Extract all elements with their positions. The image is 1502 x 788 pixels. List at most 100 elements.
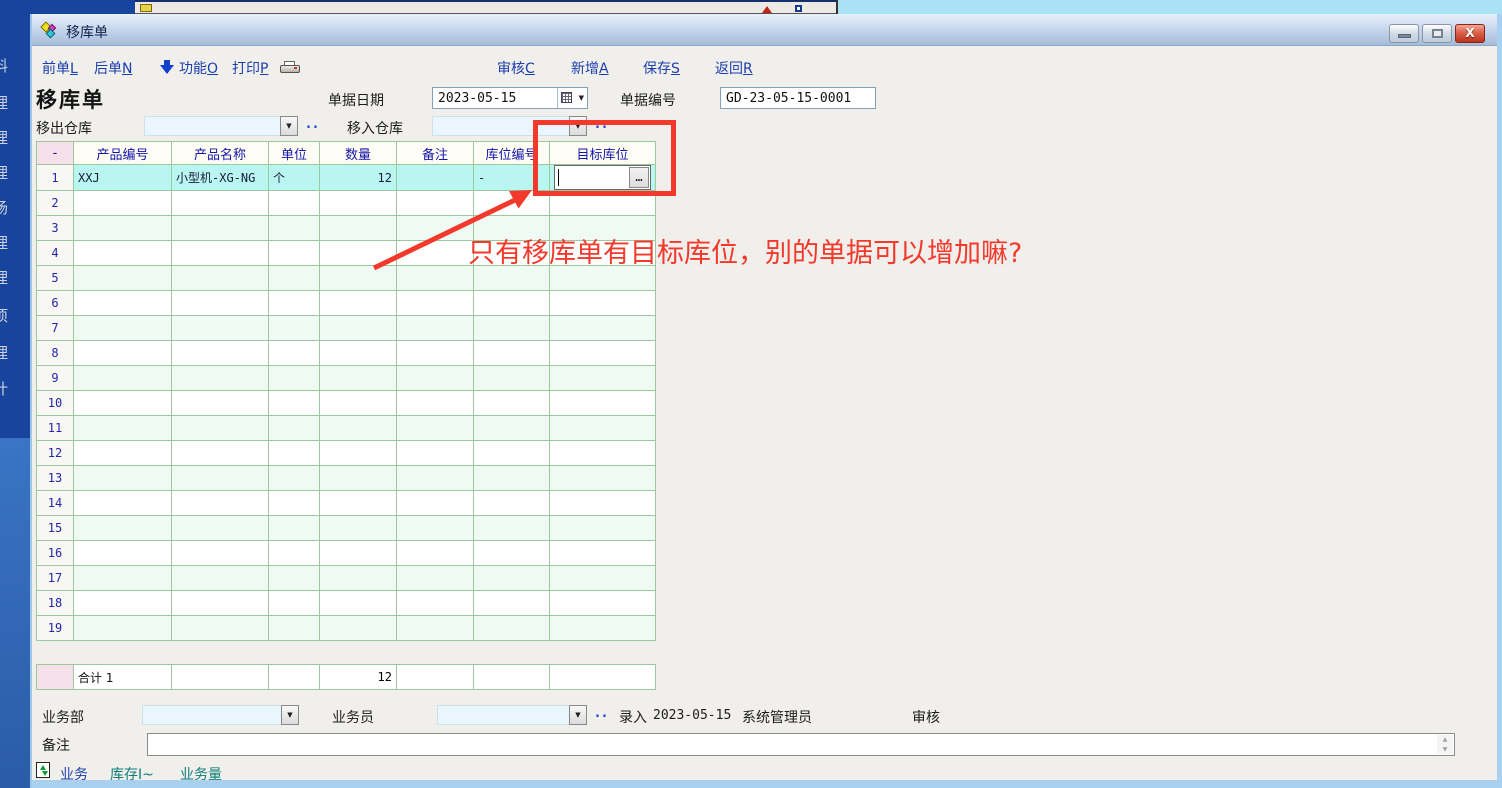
grid-cell[interactable] [474, 316, 550, 341]
grid-cell[interactable] [550, 266, 656, 291]
sidebar-item[interactable]: 理 [0, 92, 29, 113]
grid-cell[interactable] [172, 216, 269, 241]
row-number-cell[interactable]: 7 [37, 316, 74, 341]
grid-cell[interactable] [74, 516, 172, 541]
row-number-cell[interactable]: 19 [37, 616, 74, 641]
grid-cell[interactable] [474, 566, 550, 591]
row-number-cell[interactable]: 5 [37, 266, 74, 291]
grid-cell[interactable] [550, 291, 656, 316]
ellipsis-lookup-button[interactable]: … [629, 167, 649, 188]
grid-cell[interactable] [320, 516, 397, 541]
salesman-lookup-link[interactable]: .. [595, 706, 609, 721]
grid-cell[interactable] [550, 466, 656, 491]
row-number-cell[interactable]: 14 [37, 491, 74, 516]
grid-cell[interactable] [320, 591, 397, 616]
back-button[interactable]: 返回R [715, 58, 753, 78]
grid-cell[interactable] [397, 466, 474, 491]
grid-cell[interactable] [269, 566, 320, 591]
grid-cell[interactable] [474, 466, 550, 491]
grid-cell[interactable] [172, 316, 269, 341]
row-number-cell[interactable]: 8 [37, 341, 74, 366]
grid-cell[interactable] [320, 566, 397, 591]
row-number-cell[interactable]: 3 [37, 216, 74, 241]
grid-cell[interactable] [550, 341, 656, 366]
printer-icon[interactable] [280, 61, 300, 75]
grid-cell[interactable] [320, 266, 397, 291]
grid-cell[interactable] [320, 341, 397, 366]
grid-cell[interactable] [172, 491, 269, 516]
grid-cell[interactable] [320, 616, 397, 641]
grid-cell[interactable] [474, 516, 550, 541]
grid-cell[interactable] [474, 391, 550, 416]
grid-cell[interactable] [74, 216, 172, 241]
grid-cell[interactable] [550, 366, 656, 391]
grid-cell[interactable] [320, 541, 397, 566]
audit-button[interactable]: 审核C [497, 58, 535, 78]
row-number-cell[interactable]: 2 [37, 191, 74, 216]
grid-cell[interactable] [320, 216, 397, 241]
grid-cell[interactable] [474, 341, 550, 366]
grid-cell[interactable]: … [550, 165, 656, 191]
grid-cell[interactable] [474, 416, 550, 441]
grid-cell[interactable] [172, 466, 269, 491]
grid-cell[interactable] [172, 266, 269, 291]
row-number-cell[interactable]: 11 [37, 416, 74, 441]
grid-cell[interactable] [320, 191, 397, 216]
grid-cell[interactable] [269, 466, 320, 491]
grid-cell[interactable] [397, 591, 474, 616]
grid-cell[interactable] [269, 541, 320, 566]
grid-cell[interactable] [269, 366, 320, 391]
grid-cell[interactable] [269, 491, 320, 516]
function-button[interactable]: 功能O [179, 58, 218, 78]
grid-cell[interactable] [269, 316, 320, 341]
grid-cell[interactable] [172, 591, 269, 616]
salesman-select[interactable]: ▼ [437, 705, 587, 725]
grid-cell[interactable] [397, 291, 474, 316]
grid-cell[interactable] [269, 241, 320, 266]
grid-cell[interactable] [320, 441, 397, 466]
row-number-cell[interactable]: 16 [37, 541, 74, 566]
grid-cell[interactable] [74, 241, 172, 266]
grid-cell[interactable] [474, 241, 550, 266]
grid-cell[interactable] [172, 516, 269, 541]
chevron-down-icon[interactable]: ▼ [569, 705, 587, 725]
prev-doc-button[interactable]: 前单L [42, 58, 78, 78]
sidebar-item[interactable]: 理 [0, 162, 29, 183]
add-button[interactable]: 新增A [571, 58, 609, 78]
grid-cell[interactable]: XXJ [74, 165, 172, 191]
grid-cell[interactable] [269, 516, 320, 541]
grid-cell[interactable] [74, 366, 172, 391]
grid-cell[interactable] [474, 491, 550, 516]
grid-cell[interactable] [474, 291, 550, 316]
out-warehouse-lookup-link[interactable]: .. [306, 117, 320, 132]
grid-cell[interactable] [397, 216, 474, 241]
grid-cell[interactable] [474, 266, 550, 291]
window-titlebar[interactable]: 移库单 X [32, 14, 1497, 46]
grid-cell[interactable] [397, 416, 474, 441]
row-number-cell[interactable]: 12 [37, 441, 74, 466]
grid-cell[interactable] [474, 541, 550, 566]
grid-cell[interactable] [550, 491, 656, 516]
grid-cell[interactable] [172, 391, 269, 416]
grid-cell[interactable] [269, 591, 320, 616]
grid-cell[interactable]: 小型机-XG-NG [172, 165, 269, 191]
grid-cell[interactable] [74, 566, 172, 591]
grid-cell[interactable] [74, 291, 172, 316]
grid-cell[interactable] [397, 491, 474, 516]
grid-cell[interactable] [172, 366, 269, 391]
grid-cell[interactable] [474, 616, 550, 641]
grid-cell[interactable] [172, 566, 269, 591]
grid-cell[interactable] [397, 616, 474, 641]
grid-cell[interactable] [550, 566, 656, 591]
grid-cell[interactable] [74, 616, 172, 641]
remark-input[interactable]: ▲▼ [147, 733, 1455, 756]
grid-cell[interactable] [74, 491, 172, 516]
minimize-button[interactable] [1389, 24, 1419, 43]
chevron-down-icon[interactable]: ▼ [281, 705, 299, 725]
grid-cell[interactable] [269, 341, 320, 366]
grid-cell[interactable] [397, 165, 474, 191]
grid-cell[interactable] [397, 316, 474, 341]
grid-cell[interactable] [320, 491, 397, 516]
grid-cell[interactable] [172, 616, 269, 641]
print-button[interactable]: 打印P [232, 58, 268, 78]
